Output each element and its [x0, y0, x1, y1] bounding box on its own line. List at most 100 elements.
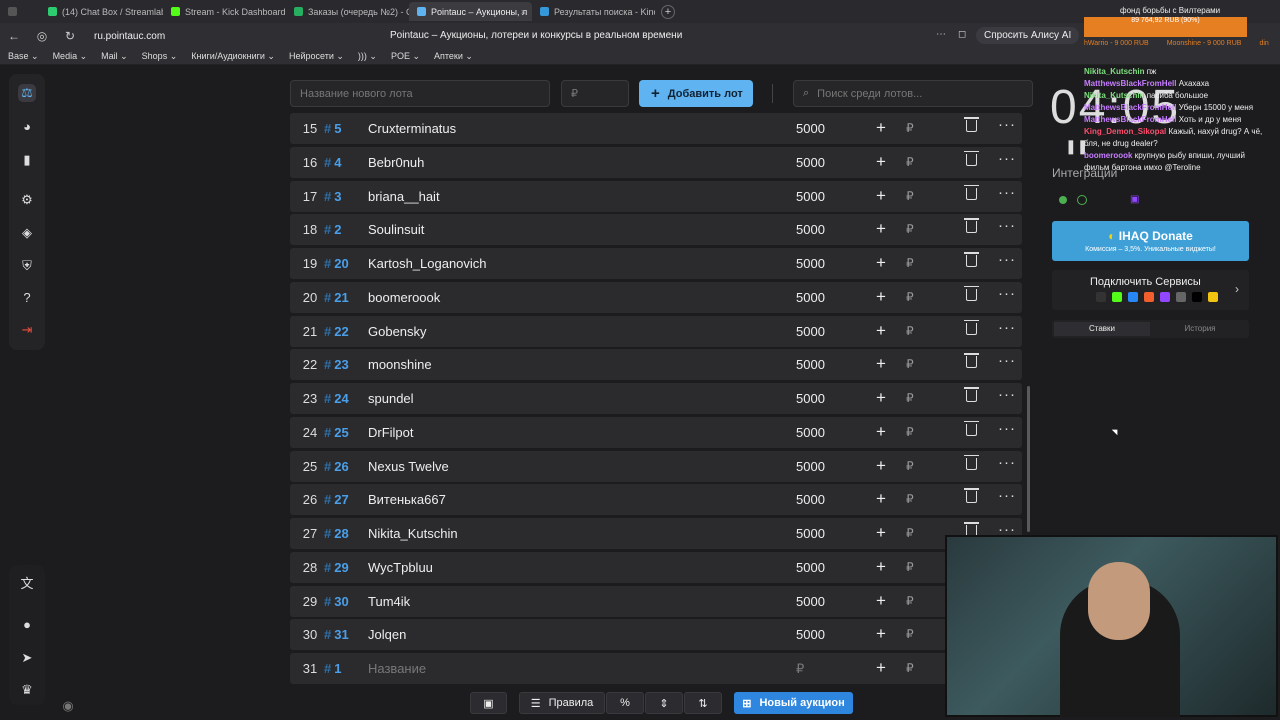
add-bid-icon[interactable]: + — [876, 287, 886, 307]
bookmark-item[interactable]: Нейросети ⌄ — [289, 51, 344, 62]
lot-name[interactable]: Название — [368, 661, 426, 676]
lot-name[interactable]: Soulinsuit — [368, 222, 424, 237]
auction-icon[interactable]: ⚖ — [18, 84, 36, 102]
services-card[interactable]: Подключить Сервисы › — [1052, 270, 1249, 310]
bookmark-item[interactable]: Base ⌄ — [8, 51, 39, 62]
close-tab-icon[interactable]: × — [521, 7, 526, 17]
browser-menu-icon[interactable] — [0, 2, 40, 21]
lot-row[interactable]: 26 #27 Витенька667 5000 + ₽ ··· — [290, 484, 1022, 516]
add-lot-button[interactable]: + Добавить лот — [639, 80, 753, 107]
lot-amount[interactable]: ₽ — [796, 661, 804, 677]
percent-button[interactable]: % — [606, 692, 644, 714]
delete-icon[interactable] — [964, 150, 979, 166]
lot-amount[interactable]: 5000 — [796, 357, 825, 372]
lot-row[interactable]: 25 #26 Nexus Twelve 5000 + ₽ ··· — [290, 450, 1022, 482]
more-options-icon[interactable]: ··· — [998, 150, 1016, 167]
ruble-icon[interactable]: ₽ — [906, 290, 914, 304]
add-bid-icon[interactable]: + — [876, 253, 886, 273]
bookmark-item[interactable]: Shops ⌄ — [142, 51, 178, 62]
lot-amount[interactable]: 5000 — [796, 526, 825, 541]
crown-icon[interactable]: ♛ — [18, 681, 36, 699]
lot-row[interactable]: 17 #3 briana__hait 5000 + ₽ ··· — [290, 180, 1022, 212]
split-button[interactable]: ⇕ — [645, 692, 683, 714]
lot-name[interactable]: WycTpbluu — [368, 560, 433, 575]
browser-tab-0[interactable]: (14) Chat Box / Streamlab — [40, 2, 163, 21]
lot-amount[interactable]: 5000 — [796, 222, 825, 237]
more-options-icon[interactable]: ··· — [998, 184, 1016, 201]
delete-icon[interactable] — [964, 454, 979, 470]
ruble-icon[interactable]: ₽ — [906, 560, 914, 574]
lot-amount[interactable]: 5000 — [796, 627, 825, 642]
browser-tab-4[interactable]: Результаты поиска - Kino — [532, 2, 655, 21]
help-icon[interactable]: ? — [18, 289, 36, 307]
add-bid-icon[interactable]: + — [876, 658, 886, 678]
add-bid-icon[interactable]: + — [876, 591, 886, 611]
add-bid-icon[interactable]: + — [876, 152, 886, 172]
ruble-icon[interactable]: ₽ — [906, 492, 914, 506]
lot-name[interactable]: Витенька667 — [368, 492, 446, 507]
lot-row[interactable]: 21 #22 Gobensky 5000 + ₽ ··· — [290, 315, 1022, 347]
add-bid-icon[interactable]: + — [876, 489, 886, 509]
lot-amount[interactable]: 5000 — [796, 324, 825, 339]
ruble-icon[interactable]: ₽ — [906, 256, 914, 270]
new-tab-button[interactable]: + — [661, 4, 675, 19]
ruble-icon[interactable]: ₽ — [906, 189, 914, 203]
lot-row[interactable]: 15 #5 Cruxterminatus 5000 + ₽ ··· — [290, 113, 1022, 144]
delete-icon[interactable] — [964, 252, 979, 267]
add-bid-icon[interactable]: + — [876, 523, 886, 543]
logout-icon[interactable]: ⇥ — [18, 321, 36, 339]
more-options-icon[interactable]: ··· — [998, 352, 1016, 369]
github-icon[interactable]: ● — [18, 616, 36, 634]
lot-row[interactable]: 23 #24 spundel 5000 + ₽ ··· — [290, 383, 1022, 414]
bookmark-item[interactable]: Mail ⌄ — [101, 51, 128, 62]
telegram-icon[interactable]: ➤ — [18, 649, 36, 667]
add-bid-icon[interactable]: + — [876, 388, 886, 408]
lot-amount[interactable]: 5000 — [796, 594, 825, 609]
lot-amount[interactable]: 5000 — [796, 425, 825, 440]
more-options-icon[interactable]: ··· — [998, 251, 1016, 268]
delete-icon[interactable] — [964, 420, 979, 436]
browser-tab-2[interactable]: Заказы (очередь №2) - G — [286, 2, 409, 21]
delete-icon[interactable] — [964, 319, 979, 335]
more-options-icon[interactable]: ··· — [998, 319, 1016, 336]
lot-amount[interactable]: 5000 — [796, 189, 825, 204]
lot-row[interactable]: 22 #23 moonshine 5000 + ₽ ··· — [290, 349, 1022, 381]
tab-bets[interactable]: Ставки — [1054, 322, 1150, 336]
lot-name[interactable]: Nexus Twelve — [368, 459, 449, 474]
stats-icon[interactable]: ▮ — [18, 151, 36, 169]
ruble-icon[interactable]: ₽ — [906, 222, 914, 236]
lot-amount[interactable]: 5000 — [796, 459, 825, 474]
delete-icon[interactable] — [964, 218, 979, 234]
ruble-icon[interactable]: ₽ — [906, 459, 914, 473]
add-bid-icon[interactable]: + — [876, 422, 886, 442]
reload-icon[interactable]: ↻ — [56, 29, 84, 43]
lot-row[interactable]: 30#31Jolqen5000+₽··· — [290, 619, 1022, 651]
lot-name[interactable]: Kartosh_Loganovich — [368, 256, 487, 271]
ruble-icon[interactable]: ₽ — [906, 121, 914, 135]
more-icon[interactable]: ⋯ — [936, 29, 946, 40]
lot-row[interactable]: 16 #4 Bebr0nuh 5000 + ₽ ··· — [290, 146, 1022, 178]
bookmark-item[interactable]: Media ⌄ — [53, 51, 88, 62]
lot-name[interactable]: briana__hait — [368, 189, 440, 204]
scrollbar[interactable] — [1027, 386, 1030, 532]
delete-icon[interactable] — [964, 488, 979, 504]
more-options-icon[interactable]: ··· — [998, 487, 1016, 504]
ruble-icon[interactable]: ₽ — [906, 661, 914, 675]
add-bid-icon[interactable]: + — [876, 118, 886, 138]
browser-tab-3[interactable]: Pointauc – Аукционы, л × — [409, 2, 532, 21]
add-bid-icon[interactable]: + — [876, 219, 886, 239]
delete-icon[interactable] — [964, 285, 979, 301]
shield-icon[interactable]: ◎ — [28, 29, 56, 43]
lot-name[interactable]: Bebr0nuh — [368, 155, 424, 170]
bookmark-item[interactable]: POE ⌄ — [391, 51, 420, 62]
new-auction-button[interactable]: ⊞ Новый аукцион — [734, 692, 853, 714]
delete-icon[interactable] — [964, 353, 979, 369]
ruble-icon[interactable]: ₽ — [906, 324, 914, 338]
tab-history[interactable]: История — [1152, 322, 1248, 336]
lot-name[interactable]: DrFilpot — [368, 425, 414, 440]
delete-icon[interactable] — [964, 117, 979, 132]
more-options-icon[interactable]: ··· — [998, 285, 1016, 302]
bookmark-item[interactable]: Книги/Аудиокниги ⌄ — [191, 51, 275, 62]
ruble-icon[interactable]: ₽ — [906, 594, 914, 608]
sort-button[interactable]: ⇅ — [684, 692, 722, 714]
